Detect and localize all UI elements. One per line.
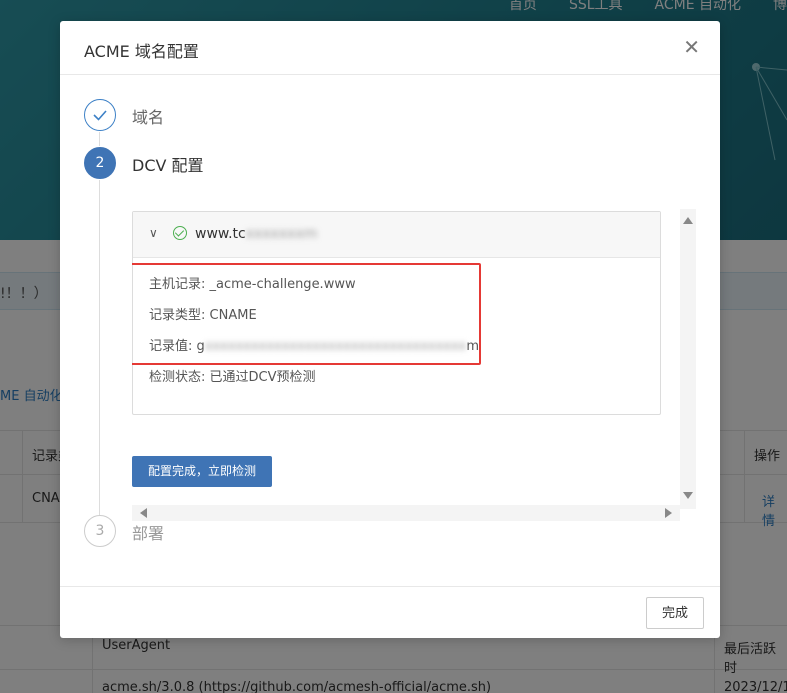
domain-collapse-panel: ∨ www.tcxxxxxxxm 主机记录: _acme-challenge.w…: [132, 211, 661, 415]
step-2-number: 2: [84, 147, 116, 179]
scroll-down-icon[interactable]: [683, 492, 693, 499]
step-3-number: 3: [84, 515, 116, 547]
check-status-value: 已通过DCV预检测: [209, 370, 316, 385]
acme-domain-config-dialog: ACME 域名配置 ✕ 域名 2 DCV 配置 3 部署 ∨ www.tcxxx…: [60, 21, 720, 638]
chevron-down-icon[interactable]: ∨: [149, 226, 158, 240]
dialog-title: ACME 域名配置: [84, 42, 199, 61]
domain-name: www.tcxxxxxxxm: [195, 226, 317, 242]
horizontal-scrollbar[interactable]: [132, 505, 680, 521]
dialog-header: ACME 域名配置 ✕: [60, 21, 720, 75]
dialog-footer: 完成: [60, 586, 720, 638]
step-1-label: 域名: [132, 108, 165, 127]
step-1-check-icon: [84, 99, 116, 131]
finish-button[interactable]: 完成: [646, 597, 704, 629]
step-connector: [99, 132, 100, 146]
vertical-scrollbar[interactable]: [680, 209, 696, 509]
dcv-scroll-area[interactable]: ∨ www.tcxxxxxxxm 主机记录: _acme-challenge.w…: [132, 209, 696, 521]
check-icon: [93, 110, 107, 121]
check-circle-icon: [173, 226, 187, 240]
scroll-up-icon[interactable]: [683, 217, 693, 224]
confirm-and-check-button[interactable]: 配置完成，立即检测: [132, 456, 272, 487]
close-icon[interactable]: ✕: [683, 37, 700, 57]
highlight-box: [132, 263, 481, 365]
step-2-label: DCV 配置: [132, 156, 204, 175]
scroll-left-icon[interactable]: [140, 508, 147, 518]
domain-prefix: www.tc: [195, 226, 246, 242]
step-connector: [99, 180, 100, 515]
step-3-label: 部署: [132, 524, 165, 543]
panel-header[interactable]: ∨ www.tcxxxxxxxm: [133, 212, 660, 258]
check-status: 检测状态: 已通过DCV预检测: [149, 367, 644, 398]
scroll-right-icon[interactable]: [665, 508, 672, 518]
domain-masked: xxxxxxxm: [245, 226, 318, 242]
check-status-label: 检测状态:: [149, 370, 206, 385]
